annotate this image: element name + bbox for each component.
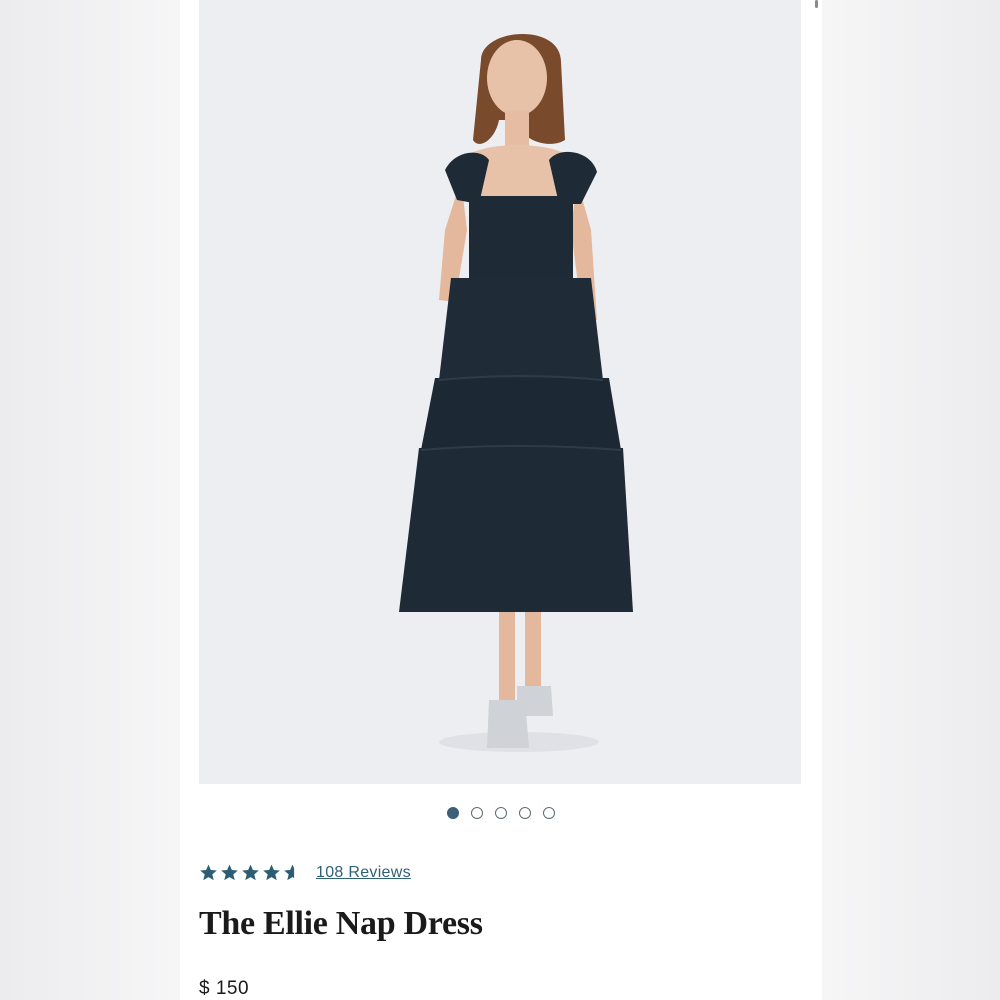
product-image[interactable] [199,0,801,784]
star-rating [199,863,302,882]
product-photo-illustration [199,0,801,784]
reviews-link[interactable]: 108 Reviews [316,864,411,882]
star-icon [221,864,238,881]
carousel-pagination [180,807,822,819]
carousel-dot-1[interactable] [447,807,459,819]
product-page: 108 Reviews The Ellie Nap Dress $ 150 [180,0,822,1000]
star-icon [200,864,217,881]
star-icon [263,864,280,881]
background-left-panel [0,0,180,1000]
star-icon [242,864,259,881]
carousel-dot-3[interactable] [495,807,507,819]
scroll-indicator[interactable] [815,0,818,8]
carousel-dot-5[interactable] [543,807,555,819]
product-title: The Ellie Nap Dress [199,905,483,942]
background-right-panel [820,0,1000,1000]
star-half-icon [284,864,301,881]
carousel-dot-2[interactable] [471,807,483,819]
carousel-dot-4[interactable] [519,807,531,819]
product-price: $ 150 [199,978,250,999]
rating-row: 108 Reviews [199,863,411,882]
